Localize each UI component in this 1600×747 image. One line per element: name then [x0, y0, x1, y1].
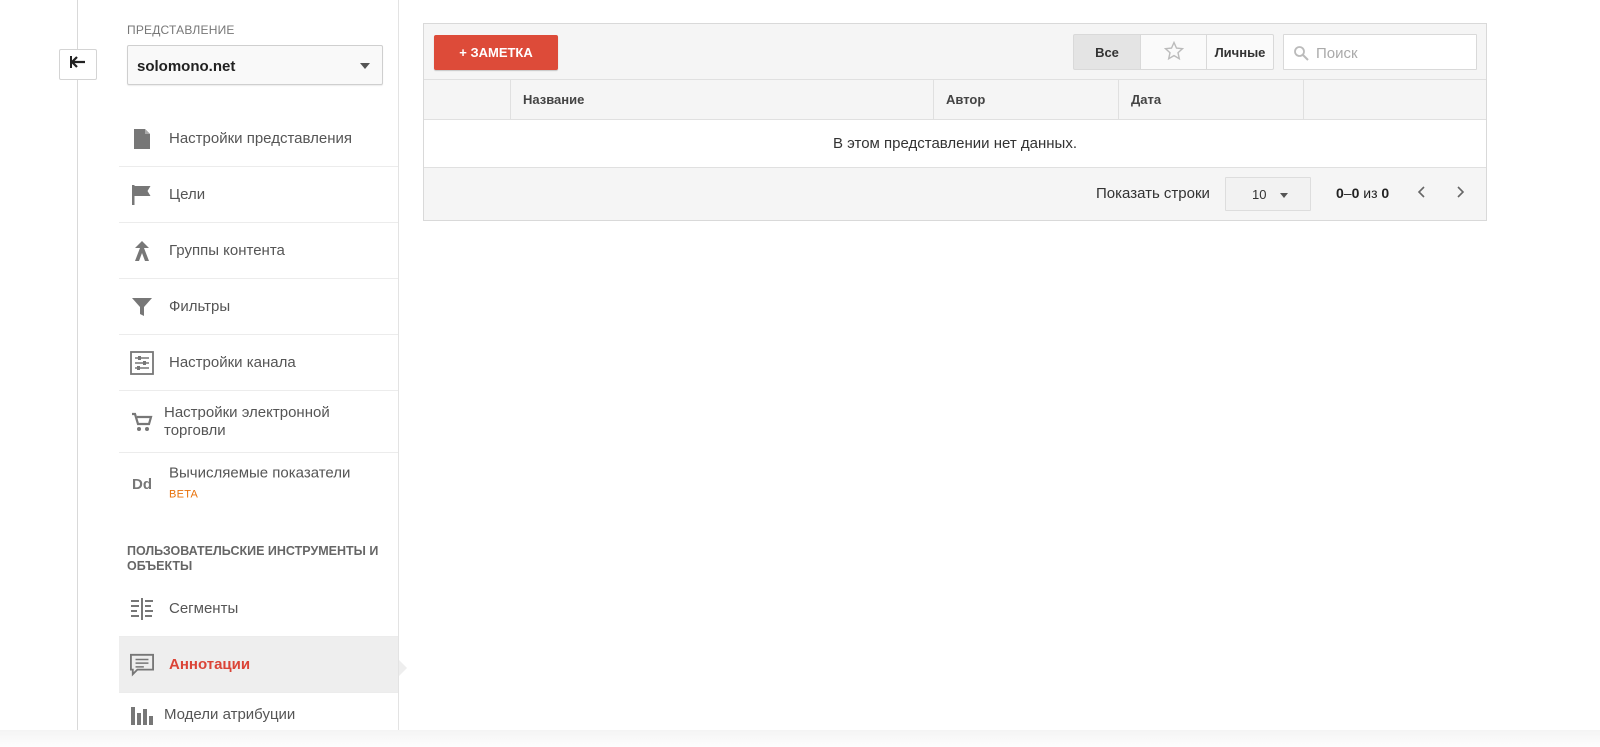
- sidebar-item-channel-settings[interactable]: Настройки канала: [119, 335, 398, 391]
- sidebar-item-annotations[interactable]: Аннотации: [119, 637, 398, 693]
- back-button[interactable]: [59, 49, 97, 80]
- column-header-author[interactable]: Автор: [933, 80, 1118, 119]
- view-label: ПРЕДСТАВЛЕНИЕ: [127, 23, 235, 37]
- sidebar-item-label: Аннотации: [169, 655, 251, 673]
- sidebar-item-label: Вычисляемые показатели BETA: [169, 465, 369, 504]
- filter-icon: [130, 295, 154, 319]
- content-group-icon: [130, 239, 154, 263]
- range-start: 0: [1336, 185, 1344, 201]
- rail-line: [77, 0, 78, 730]
- annotations-panel: + ЗАМЕТКА Все Личные Название Автор Дата…: [423, 23, 1487, 221]
- pagination-range: 0–0 из 0: [1336, 185, 1390, 201]
- rows-per-page-select[interactable]: 10: [1225, 177, 1311, 211]
- view-selector[interactable]: solomono.net: [127, 45, 383, 85]
- sidebar-item-label: Настройки канала: [169, 353, 296, 371]
- sidebar-item-label: Модели атрибуции: [164, 706, 296, 723]
- toolbar: + ЗАМЕТКА Все Личные: [424, 24, 1486, 80]
- active-item-pointer: [399, 660, 407, 676]
- rows-per-page-value: 10: [1252, 187, 1267, 202]
- sidebar-item-label: Настройки электронной торговли: [164, 403, 330, 439]
- range-end: 0: [1351, 185, 1360, 201]
- cart-icon: [130, 410, 154, 434]
- sidebar-item-text: Вычисляемые показатели: [169, 464, 351, 482]
- sidebar-item-content-groups[interactable]: Группы контента: [119, 223, 398, 279]
- annotation-icon: [130, 653, 154, 677]
- add-note-button[interactable]: + ЗАМЕТКА: [434, 35, 558, 70]
- chevron-down-icon: [1280, 193, 1288, 198]
- range-total: 0: [1381, 185, 1390, 201]
- filter-starred-button[interactable]: [1140, 34, 1207, 70]
- view-selector-value: solomono.net: [137, 58, 236, 75]
- flag-icon: [130, 183, 154, 207]
- section-title-custom-tools: ПОЛЬЗОВАТЕЛЬСКИЕ ИНСТРУМЕНТЫ И ОБЪЕКТЫ: [127, 544, 379, 573]
- search-box: [1283, 34, 1477, 70]
- filter-personal-button[interactable]: Личные: [1206, 34, 1274, 70]
- sidebar-item-label: Группы контента: [169, 241, 285, 259]
- column-header-title[interactable]: Название: [510, 80, 933, 119]
- sidebar-item-label: Сегменты: [169, 599, 239, 617]
- star-icon: [1163, 40, 1184, 64]
- sidebar-item-view-settings[interactable]: Настройки представления: [119, 111, 398, 167]
- column-header-date[interactable]: Дата: [1118, 80, 1303, 119]
- chevron-down-icon: [360, 63, 370, 69]
- sidebar-item-label: Цели: [169, 185, 206, 203]
- sidebar-item-label: Настройки представления: [169, 129, 352, 147]
- table-footer: Показать строки 10 0–0 из 0: [424, 168, 1486, 220]
- sidebar-item-attribution-models[interactable]: Модели атрибуции: [119, 693, 398, 730]
- search-input[interactable]: [1314, 42, 1473, 64]
- sidebar-item-ecommerce-settings[interactable]: Настройки электронной торговли: [119, 391, 398, 453]
- column-header-extra: [1303, 80, 1487, 119]
- rows-per-page-label: Показать строки: [1096, 185, 1210, 202]
- sidebar: ПРЕДСТАВЛЕНИЕ solomono.net Настройки пре…: [119, 0, 399, 730]
- sidebar-item-filters[interactable]: Фильтры: [119, 279, 398, 335]
- channel-settings-icon: [130, 350, 154, 375]
- empty-table-message: В этом представлении нет данных.: [424, 120, 1486, 168]
- next-page-button[interactable]: [1451, 185, 1469, 203]
- table-header: Название Автор Дата: [424, 80, 1486, 120]
- beta-badge: BETA: [169, 488, 199, 501]
- chevron-right-icon: [1455, 185, 1465, 203]
- bar-chart-icon: [130, 703, 154, 727]
- chevron-left-icon: [1417, 185, 1427, 203]
- sidebar-item-goals[interactable]: Цели: [119, 167, 398, 223]
- back-arrow-icon: [69, 55, 87, 74]
- sidebar-item-calculated-metrics[interactable]: Dd Вычисляемые показатели BETA: [119, 453, 398, 515]
- bottom-edge: [0, 730, 1600, 747]
- segments-icon: [130, 597, 154, 621]
- search-icon: [1293, 45, 1309, 66]
- prev-page-button[interactable]: [1413, 185, 1431, 203]
- filter-all-button[interactable]: Все: [1073, 34, 1141, 70]
- range-of: из: [1363, 185, 1378, 201]
- sidebar-item-label: Фильтры: [169, 297, 231, 315]
- calculated-metrics-icon: Dd: [132, 475, 152, 493]
- sidebar-item-segments[interactable]: Сегменты: [119, 581, 398, 637]
- document-icon: [130, 127, 154, 151]
